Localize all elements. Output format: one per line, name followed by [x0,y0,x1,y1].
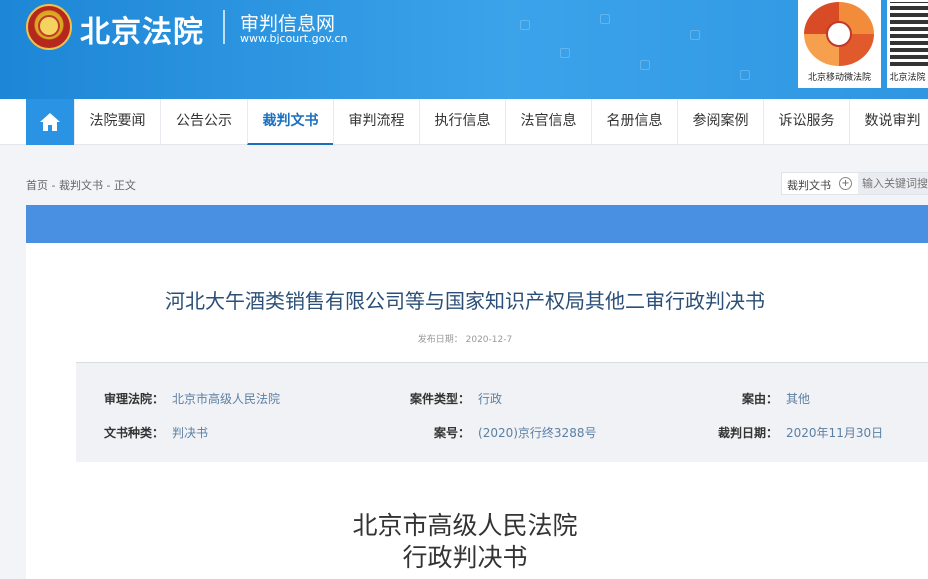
meta-value: 2020年11月30日 [786,426,884,440]
header-divider [223,10,225,44]
meta-value: 行政 [478,392,503,406]
decor-shape [640,60,650,70]
judgment-court-heading: 北京市高级人民法院 [352,511,578,540]
meta-doc-type: 文书种类： 判决书 [104,424,208,441]
search-box: 裁判文书 + [781,172,928,195]
meta-value: 北京市高级人民法院 [172,392,281,406]
publish-date: 发布日期： 2020-12-7 [417,335,513,345]
qr-label: 北京法院 [889,73,926,83]
nav-item-judges[interactable]: 法官信息 [505,99,591,145]
site-name[interactable]: 北京法院 [80,7,204,51]
home-icon [40,113,60,131]
meta-value: (2020)京行终3288号 [478,426,597,440]
meta-label: 案件类型： [410,392,471,406]
nav-item-announcements[interactable]: 公告公示 [160,99,247,145]
search-input[interactable] [858,173,928,194]
nav-item-litigation-services[interactable]: 诉讼服务 [763,99,849,145]
qr-label: 北京移动微法院 [807,73,871,83]
meta-label: 文书种类： [104,426,165,440]
meta-court: 审理法院： 北京市高级人民法院 [104,390,280,407]
search-category-label[interactable]: 裁判文书 [787,177,831,193]
meta-judgment-date: 裁判日期： 2020年11月30日 [718,424,883,441]
meta-label: 案号： [434,426,471,440]
decor-shape [520,20,530,30]
meta-label: 审理法院： [104,392,165,406]
meta-label: 案由： [742,392,779,406]
site-header: 北京法院 审判信息网 www.bjcourt.gov.cn [0,0,928,99]
nav-item-judgments[interactable]: 裁判文书 [247,99,333,145]
nav-home-button[interactable] [26,99,74,145]
qr-card-mobile-court[interactable]: 北京移动微法院 [798,0,881,88]
breadcrumb[interactable]: 首页 - 裁判文书 - 正文 [26,177,136,193]
qr-code-icon [804,2,874,66]
meta-case-type: 案件类型： 行政 [410,390,502,407]
nav-item-enforcement[interactable]: 执行信息 [419,99,505,145]
meta-value: 判决书 [172,426,209,440]
document-title: 河北大午酒类销售有限公司等与国家知识产权局其他二审行政判决书 [165,289,765,313]
main-nav: 法院要闻 公告公示 裁判文书 审判流程 执行信息 法官信息 名册信息 参阅案例 … [0,99,928,145]
content-header-bar [26,205,928,243]
meta-case-number: 案号： (2020)京行终3288号 [434,424,596,441]
judgment-type-heading: 行政判决书 [402,543,528,572]
case-meta-panel: 审理法院： 北京市高级人民法院 案件类型： 行政 案由： 其他 文书种类： 判决书 案号… [76,362,928,462]
nav-item-registry[interactable]: 名册信息 [591,99,677,145]
decor-shape [690,30,700,40]
site-url: www.bjcourt.gov.cn [240,32,348,45]
qr-code-icon [890,2,928,66]
nav-item-trial-process[interactable]: 审判流程 [333,99,419,145]
nav-item-reference-cases[interactable]: 参阅案例 [677,99,763,145]
meta-cause: 案由： 其他 [742,390,810,407]
decor-shape [600,14,610,24]
nav-item-court-news[interactable]: 法院要闻 [74,99,160,145]
decor-shape [740,70,750,80]
meta-value: 其他 [786,392,811,406]
nav-item-data-trials[interactable]: 数说审判 [849,99,928,145]
decor-shape [560,48,570,58]
plus-circle-icon[interactable]: + [839,177,852,190]
court-emblem-logo[interactable] [26,4,72,50]
qr-card-court[interactable]: 北京法院 [887,0,928,88]
meta-label: 裁判日期： [718,426,779,440]
